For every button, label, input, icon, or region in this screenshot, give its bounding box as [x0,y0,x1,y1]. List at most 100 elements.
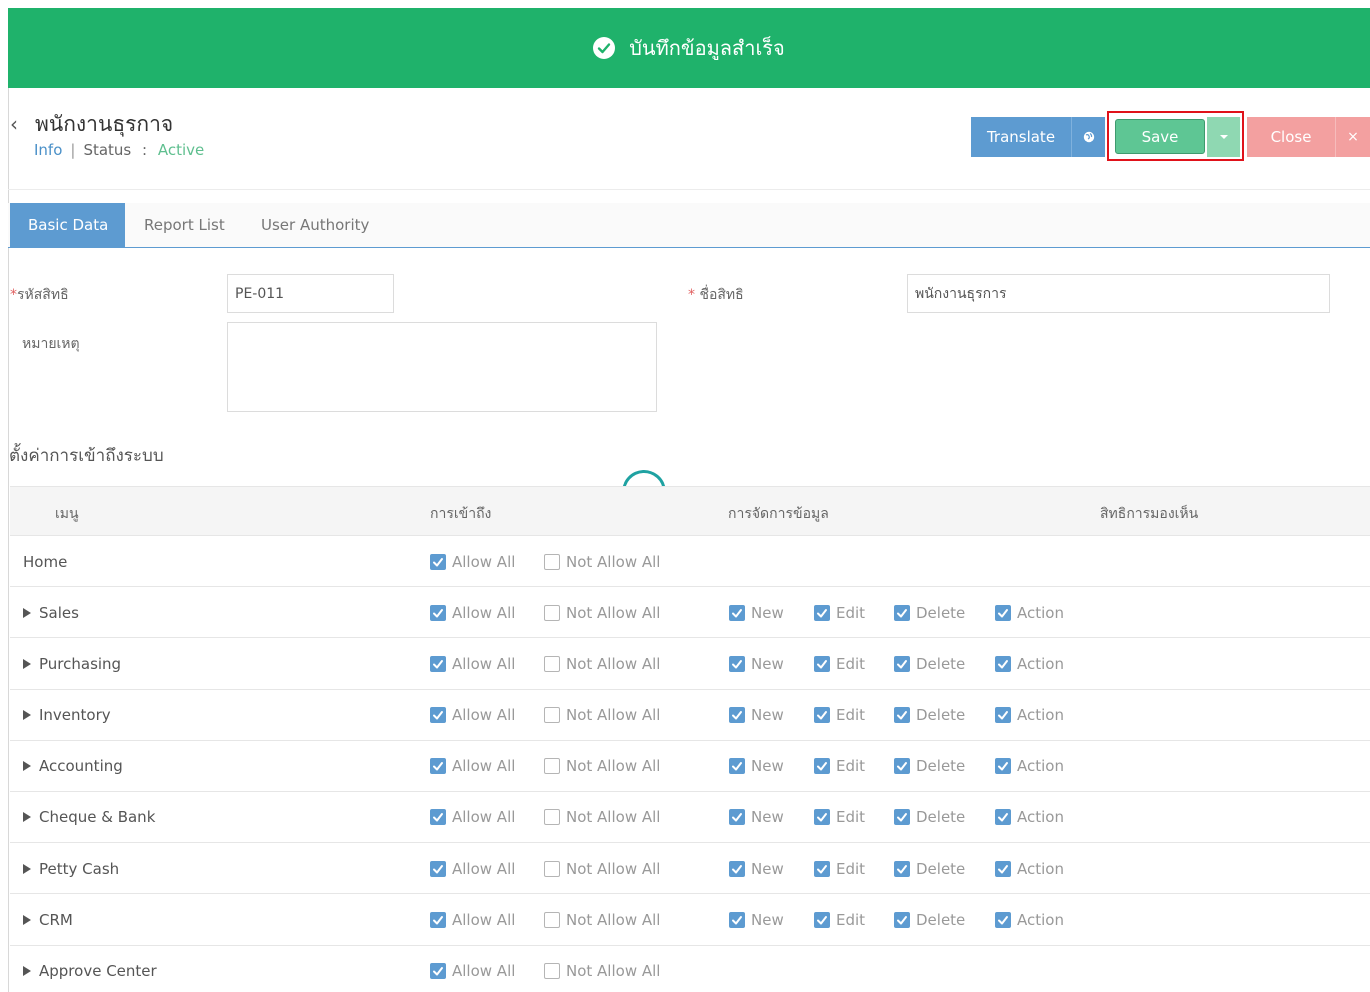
new-checkbox[interactable]: New [729,638,784,689]
checkbox-icon[interactable] [544,758,560,775]
action-checkbox[interactable]: Action [995,690,1064,741]
new-checkbox[interactable]: New [729,690,784,741]
checkbox-icon[interactable] [430,707,446,724]
code-input[interactable]: PE-011 [227,274,394,313]
tab-basic-data[interactable]: Basic Data [10,203,125,247]
name-input[interactable]: พนักงานธุรการ [907,274,1330,313]
checkbox-icon[interactable] [729,809,745,826]
checkbox-icon[interactable] [544,860,560,877]
action-checkbox[interactable]: Action [995,792,1064,843]
checkbox-icon[interactable] [894,809,910,826]
checkbox-icon[interactable] [995,911,1011,928]
note-textarea[interactable] [227,322,657,412]
checkbox-icon[interactable] [430,655,446,672]
checkbox-icon[interactable] [430,553,446,570]
edit-checkbox[interactable]: Edit [814,894,865,945]
edit-checkbox[interactable]: Edit [814,792,865,843]
checkbox-icon[interactable] [544,809,560,826]
delete-checkbox[interactable]: Delete [894,894,965,945]
menu-cell[interactable]: CRM [23,894,73,945]
edit-checkbox[interactable]: Edit [814,741,865,792]
checkbox-icon[interactable] [544,707,560,724]
checkbox-icon[interactable] [995,655,1011,672]
menu-cell[interactable]: Cheque & Bank [23,792,155,843]
checkbox-icon[interactable] [814,604,830,621]
menu-cell[interactable]: Petty Cash [23,843,119,894]
menu-cell[interactable]: Inventory [23,690,111,741]
menu-cell[interactable]: Approve Center [23,946,157,992]
checkbox-icon[interactable] [995,860,1011,877]
checkbox-icon[interactable] [995,758,1011,775]
save-button[interactable]: Save [1115,119,1205,154]
checkbox-icon[interactable] [430,860,446,877]
checkbox-icon[interactable] [729,758,745,775]
action-checkbox[interactable]: Action [995,843,1064,894]
not-allow-all-checkbox[interactable]: Not Allow All [544,690,660,741]
allow-all-checkbox[interactable]: Allow All [430,741,515,792]
checkbox-icon[interactable] [430,809,446,826]
checkbox-icon[interactable] [544,963,560,979]
translate-button[interactable]: Translate [971,117,1071,157]
not-allow-all-checkbox[interactable]: Not Allow All [544,638,660,689]
checkbox-icon[interactable] [894,911,910,928]
new-checkbox[interactable]: New [729,792,784,843]
checkbox-icon[interactable] [814,758,830,775]
expand-arrow-icon[interactable] [23,863,31,874]
checkbox-icon[interactable] [995,604,1011,621]
allow-all-checkbox[interactable]: Allow All [430,587,515,638]
checkbox-icon[interactable] [544,553,560,570]
expand-arrow-icon[interactable] [23,812,31,823]
checkbox-icon[interactable] [814,911,830,928]
checkbox-icon[interactable] [729,655,745,672]
allow-all-checkbox[interactable]: Allow All [430,690,515,741]
checkbox-icon[interactable] [894,655,910,672]
checkbox-icon[interactable] [430,758,446,775]
delete-checkbox[interactable]: Delete [894,638,965,689]
not-allow-all-checkbox[interactable]: Not Allow All [544,792,660,843]
expand-arrow-icon[interactable] [23,761,31,772]
action-checkbox[interactable]: Action [995,587,1064,638]
menu-cell[interactable]: Purchasing [23,638,121,689]
checkbox-icon[interactable] [995,809,1011,826]
allow-all-checkbox[interactable]: Allow All [430,792,515,843]
checkbox-icon[interactable] [544,911,560,928]
checkbox-icon[interactable] [814,809,830,826]
save-dropdown-button[interactable] [1207,117,1240,157]
checkbox-icon[interactable] [729,604,745,621]
globe-button[interactable] [1071,117,1105,157]
new-checkbox[interactable]: New [729,587,784,638]
menu-cell[interactable]: Sales [23,587,79,638]
allow-all-checkbox[interactable]: Allow All [430,843,515,894]
checkbox-icon[interactable] [894,758,910,775]
not-allow-all-checkbox[interactable]: Not Allow All [544,843,660,894]
new-checkbox[interactable]: New [729,843,784,894]
not-allow-all-checkbox[interactable]: Not Allow All [544,894,660,945]
allow-all-checkbox[interactable]: Allow All [430,894,515,945]
edit-checkbox[interactable]: Edit [814,587,865,638]
edit-checkbox[interactable]: Edit [814,843,865,894]
action-checkbox[interactable]: Action [995,894,1064,945]
checkbox-icon[interactable] [544,655,560,672]
expand-arrow-icon[interactable] [23,658,31,669]
expand-arrow-icon[interactable] [23,607,31,618]
checkbox-icon[interactable] [814,655,830,672]
back-chevron-icon[interactable]: ‹ [10,112,18,136]
expand-arrow-icon[interactable] [23,914,31,925]
not-allow-all-checkbox[interactable]: Not Allow All [544,946,660,992]
delete-checkbox[interactable]: Delete [894,843,965,894]
expand-arrow-icon[interactable] [23,710,31,721]
not-allow-all-checkbox[interactable]: Not Allow All [544,587,660,638]
checkbox-icon[interactable] [430,911,446,928]
checkbox-icon[interactable] [894,860,910,877]
checkbox-icon[interactable] [814,860,830,877]
tab-user-authority[interactable]: User Authority [261,203,391,247]
allow-all-checkbox[interactable]: Allow All [430,536,515,587]
allow-all-checkbox[interactable]: Allow All [430,638,515,689]
close-button[interactable]: Close [1247,117,1335,157]
checkbox-icon[interactable] [814,707,830,724]
checkbox-icon[interactable] [995,707,1011,724]
allow-all-checkbox[interactable]: Allow All [430,946,515,992]
checkbox-icon[interactable] [729,707,745,724]
not-allow-all-checkbox[interactable]: Not Allow All [544,536,660,587]
checkbox-icon[interactable] [729,911,745,928]
